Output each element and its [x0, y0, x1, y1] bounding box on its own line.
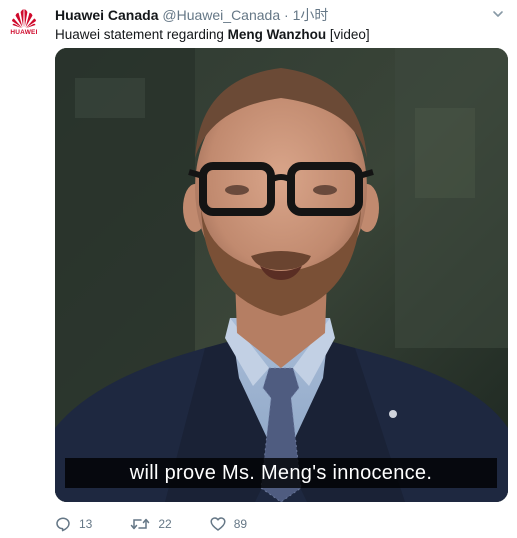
tweet-header: Huawei Canada @Huawei_Canada · 1小时: [55, 6, 477, 24]
header-separator: ·: [284, 7, 289, 23]
tweet-actions: 13 22 89: [55, 514, 285, 534]
author-name[interactable]: Huawei Canada: [55, 7, 158, 23]
heart-icon: [210, 517, 226, 531]
reply-button[interactable]: 13: [55, 516, 92, 532]
like-button[interactable]: 89: [210, 516, 247, 532]
retweet-count: 22: [158, 517, 172, 531]
tweet-text: Huawei statement regarding Meng Wanzhou …: [55, 26, 370, 44]
avatar-brand-text: HUAWEI: [10, 29, 38, 36]
tweet-text-bold: Meng Wanzhou: [227, 27, 327, 42]
video-frame: [55, 48, 508, 502]
video-subtitle: will prove Ms. Meng's innocence.: [129, 462, 433, 484]
tweet-text-end: [video]: [326, 27, 370, 42]
tweet-timestamp[interactable]: 1小时: [293, 7, 329, 23]
like-count: 89: [233, 517, 248, 531]
retweet-button[interactable]: 22: [130, 516, 172, 532]
video-player[interactable]: will prove Ms. Meng's innocence.: [55, 48, 508, 502]
author-handle[interactable]: @Huawei_Canada: [162, 7, 280, 23]
reply-count: 13: [79, 517, 93, 531]
retweet-icon: [131, 518, 150, 530]
chevron-down-icon[interactable]: [491, 7, 505, 21]
reply-icon: [56, 517, 70, 532]
tweet-text-start: Huawei statement regarding: [55, 27, 228, 42]
huawei-logo-icon: [12, 9, 36, 28]
avatar[interactable]: HUAWEI: [9, 8, 39, 42]
